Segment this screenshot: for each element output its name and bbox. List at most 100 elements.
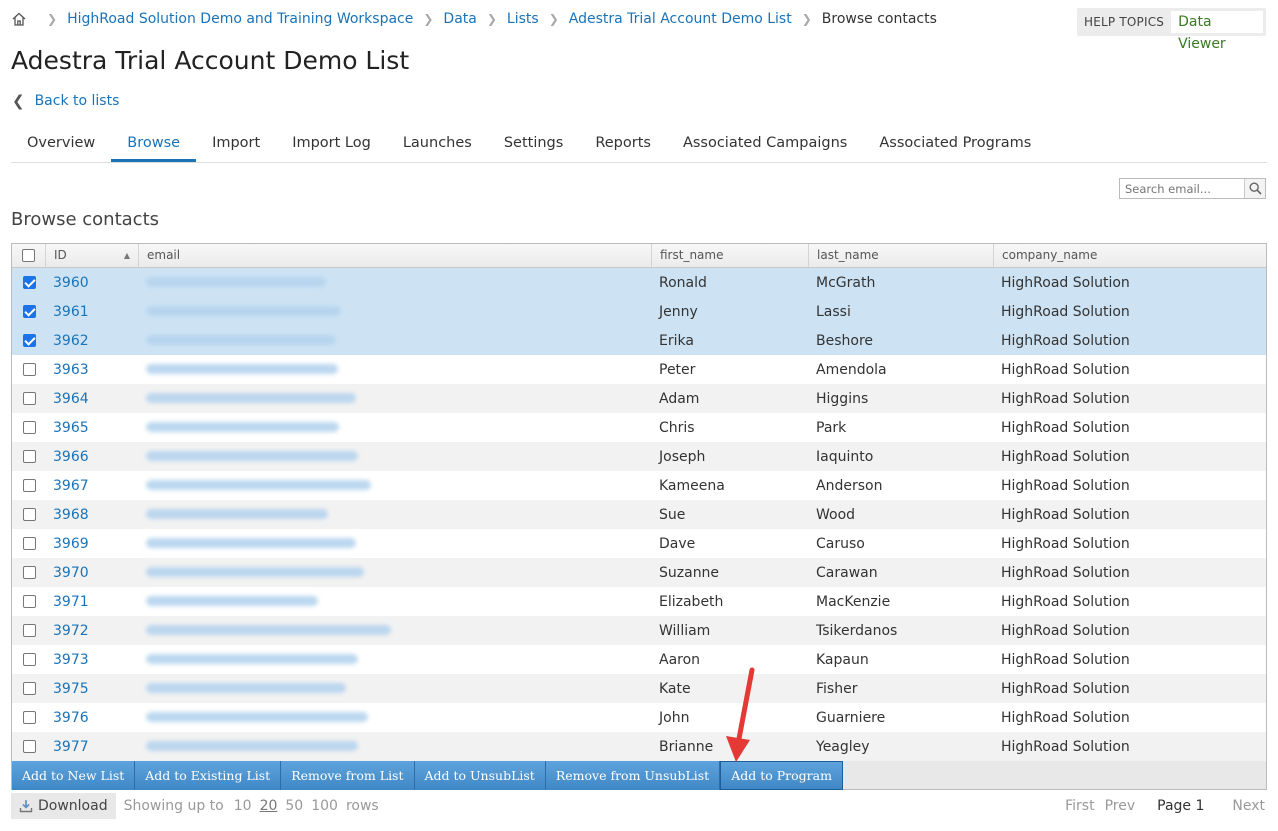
cell-last-name: Beshore [816, 332, 874, 349]
tab-import[interactable]: Import [196, 128, 276, 162]
add-to-unsublist-button[interactable]: Add to UnsubList [414, 761, 546, 790]
table-row[interactable]: 3960 Ronald McGrath HighRoad Solution [12, 268, 1266, 297]
tab-associated-programs[interactable]: Associated Programs [863, 128, 1047, 162]
contact-id-link[interactable]: 3971 [53, 594, 89, 610]
table-row[interactable]: 3967 Kameena Anderson HighRoad Solution [12, 471, 1266, 500]
table-row[interactable]: 3961 Jenny Lassi HighRoad Solution [12, 297, 1266, 326]
help-topics[interactable]: HELP TOPICS Data Viewer [1077, 8, 1266, 52]
limit-50[interactable]: 50 [285, 798, 303, 814]
tab-reports[interactable]: Reports [579, 128, 667, 162]
table-row[interactable]: 3973 Aaron Kapaun HighRoad Solution [12, 645, 1266, 674]
contact-id-link[interactable]: 3968 [53, 507, 89, 523]
row-checkbox[interactable] [22, 450, 36, 463]
cell-email [139, 536, 652, 552]
select-all-checkbox[interactable] [22, 249, 35, 262]
table-row[interactable]: 3976 John Guarniere HighRoad Solution [12, 703, 1266, 732]
row-checkbox[interactable] [22, 682, 36, 695]
remove-from-unsublist-button[interactable]: Remove from UnsubList [545, 761, 721, 790]
breadcrumb-item-lists[interactable]: Lists [507, 11, 539, 27]
download-button[interactable]: Download [11, 793, 116, 819]
column-header-id[interactable]: ID ▲ [46, 244, 139, 267]
tab-launches[interactable]: Launches [387, 128, 488, 162]
contact-id-link[interactable]: 3972 [53, 623, 89, 639]
table-row[interactable]: 3972 William Tsikerdanos HighRoad Solution [12, 616, 1266, 645]
contact-id-link[interactable]: 3961 [53, 304, 89, 320]
contact-id-link[interactable]: 3977 [53, 739, 89, 755]
breadcrumb-item-list[interactable]: Adestra Trial Account Demo List [569, 11, 792, 27]
contact-id-link[interactable]: 3970 [53, 565, 89, 581]
contact-id-link[interactable]: 3960 [53, 275, 89, 291]
table-row[interactable]: 3965 Chris Park HighRoad Solution [12, 413, 1266, 442]
table-row[interactable]: 3975 Kate Fisher HighRoad Solution [12, 674, 1266, 703]
contact-id-link[interactable]: 3962 [53, 333, 89, 349]
next-page-link[interactable]: Next [1232, 798, 1265, 814]
contact-id-link[interactable]: 3973 [53, 652, 89, 668]
cell-id: 3968 [46, 507, 139, 523]
table-row[interactable]: 3962 Erika Beshore HighRoad Solution [12, 326, 1266, 355]
table-row[interactable]: 3964 Adam Higgins HighRoad Solution [12, 384, 1266, 413]
back-to-lists-link[interactable]: ❮ Back to lists [12, 92, 119, 110]
breadcrumb-item-data[interactable]: Data [443, 11, 476, 27]
row-checkbox[interactable] [22, 421, 36, 434]
limit-100[interactable]: 100 [311, 798, 338, 814]
table-row[interactable]: 3968 Sue Wood HighRoad Solution [12, 500, 1266, 529]
limit-20[interactable]: 20 [260, 798, 278, 814]
contact-id-link[interactable]: 3975 [53, 681, 89, 697]
add-to-program-button[interactable]: Add to Program [720, 761, 843, 790]
row-checkbox[interactable] [22, 479, 36, 492]
prev-page-link[interactable]: Prev [1105, 798, 1136, 814]
tab-browse[interactable]: Browse [111, 128, 197, 162]
row-checkbox[interactable] [22, 276, 36, 289]
tab-associated-campaigns[interactable]: Associated Campaigns [667, 128, 863, 162]
row-checkbox[interactable] [22, 624, 36, 637]
cell-last-name: Lassi [816, 303, 851, 320]
add-to-new-list-button[interactable]: Add to New List [12, 761, 136, 790]
row-checkbox[interactable] [22, 595, 36, 608]
breadcrumb-item-workspace[interactable]: HighRoad Solution Demo and Training Work… [67, 11, 413, 27]
contact-id-link[interactable]: 3976 [53, 710, 89, 726]
row-checkbox[interactable] [22, 363, 36, 376]
contact-id-link[interactable]: 3964 [53, 391, 89, 407]
table-row[interactable]: 3966 Joseph Iaquinto HighRoad Solution [12, 442, 1266, 471]
column-header-company-name[interactable]: company_name [994, 244, 1266, 267]
row-checkbox[interactable] [22, 392, 36, 405]
contact-id-link[interactable]: 3965 [53, 420, 89, 436]
section-title: Browse contacts [11, 209, 159, 230]
table-row[interactable]: 3963 Peter Amendola HighRoad Solution [12, 355, 1266, 384]
limit-10[interactable]: 10 [234, 798, 252, 814]
column-header-email[interactable]: email [139, 244, 652, 267]
table-row[interactable]: 3970 Suzanne Carawan HighRoad Solution [12, 558, 1266, 587]
row-checkbox-cell [12, 508, 46, 521]
help-topic-data-viewer[interactable]: Data Viewer [1171, 11, 1263, 52]
table-row[interactable]: 3971 Elizabeth MacKenzie HighRoad Solution [12, 587, 1266, 616]
contact-id-link[interactable]: 3967 [53, 478, 89, 494]
search-button[interactable] [1244, 179, 1265, 198]
table-row[interactable]: 3977 Brianne Yeagley HighRoad Solution [12, 732, 1266, 761]
row-checkbox[interactable] [22, 566, 36, 579]
cell-first-name: Brianne [659, 738, 714, 755]
row-checkbox[interactable] [22, 508, 36, 521]
row-checkbox[interactable] [22, 740, 36, 753]
row-checkbox[interactable] [22, 305, 36, 318]
home-icon[interactable] [11, 11, 27, 27]
add-to-existing-list-button[interactable]: Add to Existing List [135, 761, 282, 790]
tab-overview[interactable]: Overview [11, 128, 111, 162]
row-checkbox[interactable] [22, 537, 36, 550]
contact-id-link[interactable]: 3966 [53, 449, 89, 465]
column-header-first-name[interactable]: first_name [652, 244, 809, 267]
tab-settings[interactable]: Settings [488, 128, 579, 162]
tab-import-log[interactable]: Import Log [276, 128, 387, 162]
row-checkbox[interactable] [22, 334, 36, 347]
contact-id-link[interactable]: 3963 [53, 362, 89, 378]
first-page-link[interactable]: First [1065, 798, 1094, 814]
cell-first-name: Dave [659, 535, 696, 552]
contact-id-link[interactable]: 3969 [53, 536, 89, 552]
action-buttons: Add to New List Add to Existing List Rem… [12, 761, 843, 790]
table-row[interactable]: 3969 Dave Caruso HighRoad Solution [12, 529, 1266, 558]
search-email-input[interactable] [1120, 179, 1244, 198]
row-checkbox[interactable] [22, 711, 36, 724]
row-checkbox[interactable] [22, 653, 36, 666]
column-header-last-name[interactable]: last_name [809, 244, 994, 267]
remove-from-list-button[interactable]: Remove from List [281, 761, 415, 790]
email-redacted [146, 566, 364, 577]
